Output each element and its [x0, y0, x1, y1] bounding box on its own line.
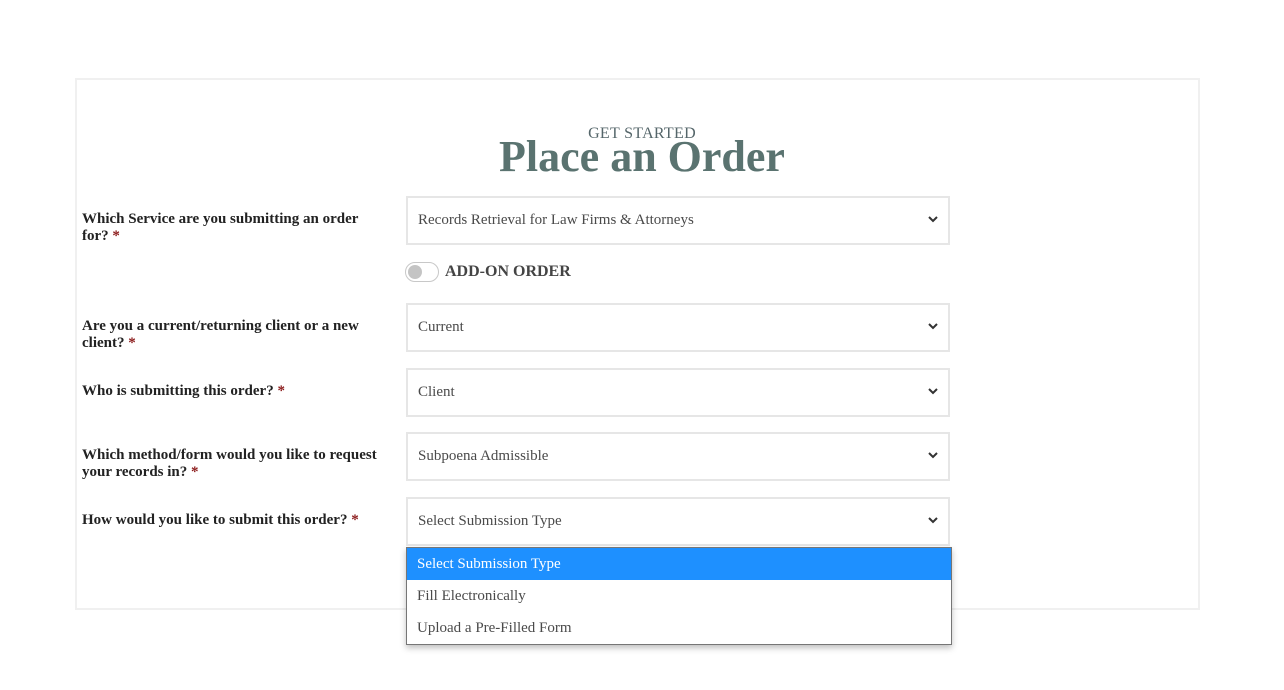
chevron-down-icon [928, 452, 938, 459]
chevron-down-icon [928, 216, 938, 223]
method-question-label: Which method/form would you like to requ… [82, 447, 382, 481]
submitter-select[interactable]: Client [406, 368, 950, 417]
client-type-select-value: Current [418, 319, 464, 335]
submission-type-question-text: How would you like to submit this order? [82, 512, 348, 528]
dropdown-option-upload-pre-filled-form[interactable]: Upload a Pre-Filled Form [407, 612, 951, 644]
submitter-select-value: Client [418, 384, 455, 400]
submission-type-select-value: Select Submission Type [418, 513, 562, 529]
required-mark: * [112, 228, 120, 244]
addon-order-toggle[interactable] [405, 262, 439, 282]
chevron-down-icon [928, 517, 938, 524]
required-mark: * [277, 383, 285, 399]
submission-type-select[interactable]: Select Submission Type [406, 497, 950, 546]
method-select[interactable]: Subpoena Admissible [406, 432, 950, 481]
required-mark: * [191, 464, 199, 480]
required-mark: * [351, 512, 359, 528]
client-type-select[interactable]: Current [406, 303, 950, 352]
service-select[interactable]: Records Retrieval for Law Firms & Attorn… [406, 196, 950, 245]
service-question-label: Which Service are you submitting an orde… [82, 211, 382, 245]
dropdown-option-fill-electronically[interactable]: Fill Electronically [407, 580, 951, 612]
chevron-down-icon [928, 388, 938, 395]
service-select-value: Records Retrieval for Law Firms & Attorn… [418, 212, 694, 228]
submission-type-dropdown: Select Submission Type Fill Electronical… [406, 547, 952, 645]
chevron-down-icon [928, 323, 938, 330]
method-question-text: Which method/form would you like to requ… [82, 447, 377, 480]
client-type-question-text: Are you a current/returning client or a … [82, 318, 359, 351]
submitter-question-text: Who is submitting this order? [82, 383, 274, 399]
method-select-value: Subpoena Admissible [418, 448, 549, 464]
page-title: Place an Order [499, 132, 785, 181]
addon-order-label: ADD-ON ORDER [445, 263, 571, 280]
toggle-knob [408, 265, 422, 279]
service-question-text: Which Service are you submitting an orde… [82, 211, 359, 244]
submission-type-question-label: How would you like to submit this order?… [82, 512, 382, 529]
submitter-question-label: Who is submitting this order? * [82, 383, 382, 400]
client-type-question-label: Are you a current/returning client or a … [82, 318, 382, 352]
dropdown-option-select-submission-type[interactable]: Select Submission Type [407, 548, 951, 580]
required-mark: * [128, 335, 136, 351]
